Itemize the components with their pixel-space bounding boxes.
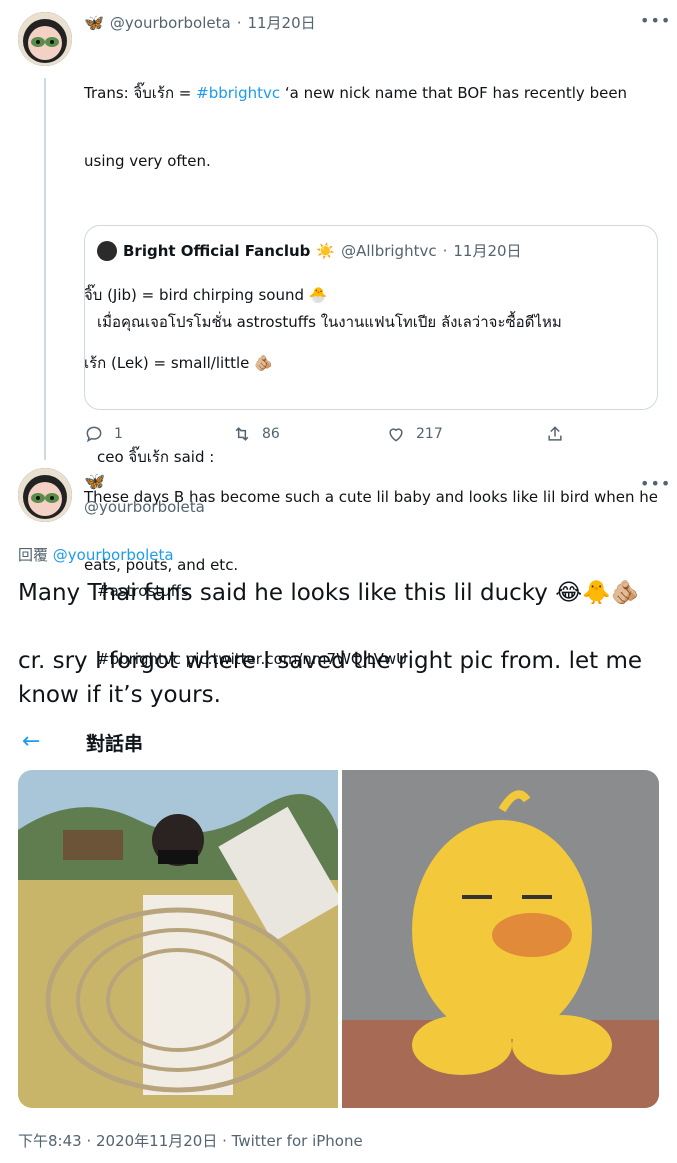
hashtag-link[interactable]: #bbrightvc (196, 84, 280, 102)
handle[interactable]: @yourborboleta (84, 498, 205, 516)
replying-to: 回覆 @yourborboleta (18, 544, 174, 565)
quoted-timestamp: 11月20日 (453, 242, 522, 260)
heart-icon (389, 428, 403, 442)
tweet-line-1: Trans: จิ๊บเร้ก = #bbrightvc ‘a new nick… (84, 82, 664, 105)
quoted-tweet-header: Bright Official Fanclub ☀️ @Allbrightvc … (97, 240, 522, 261)
tweet-header: 🦋 @yourborboleta · 11月20日 (84, 12, 316, 33)
share-action[interactable] (545, 424, 565, 444)
handle[interactable]: @yourborboleta (110, 14, 231, 32)
quoted-display-name: Bright Official Fanclub (123, 241, 311, 260)
conversation-title: 對話串 (86, 733, 144, 755)
retweet-icon (235, 427, 249, 441)
back-arrow-icon[interactable]: ← (22, 729, 40, 754)
share-icon (548, 426, 562, 441)
text-segment: Trans: จิ๊บเร้ก = (84, 84, 197, 102)
more-options-icon[interactable]: ••• (640, 11, 671, 30)
photo-left[interactable] (18, 770, 338, 1108)
quoted-line-1: เมื่อคุณเจอโปรโมชั่น astrostuffs ในงานแฟ… (97, 313, 562, 331)
quoted-tweet-card[interactable]: Bright Official Fanclub ☀️ @Allbrightvc … (84, 225, 658, 668)
tweet-footer: 下午8:43 · 2020年11月20日 · Twitter for iPhon… (18, 1132, 363, 1150)
sun-badge-icon: ☀️ (316, 241, 336, 260)
separator-dot: · (442, 241, 448, 260)
text-segment: ‘a new nick name that BOF has recently b… (280, 84, 628, 102)
thread-line (44, 78, 46, 460)
timestamp[interactable]: 11月20日 (247, 12, 315, 33)
reply-action[interactable]: 1 (84, 424, 123, 444)
butterfly-icon: 🦋 (84, 13, 104, 32)
main-tweet-line-3: know if it’s yours. (18, 682, 221, 708)
reply-label: 回覆 (18, 546, 49, 564)
tweet-line-2: using very often. (84, 151, 211, 170)
reply-icon (86, 426, 102, 443)
retweet-count: 86 (262, 426, 280, 442)
main-tweet-text: Many Thai fans said he looks like this l… (18, 576, 668, 712)
quoted-avatar (97, 240, 117, 261)
like-count: 217 (416, 426, 443, 442)
reply-count: 1 (114, 426, 123, 442)
avatar[interactable] (18, 468, 72, 522)
like-action[interactable]: 217 (386, 424, 443, 444)
reply-handle-link[interactable]: @yourborboleta (53, 546, 174, 564)
avatar[interactable] (18, 12, 72, 66)
photo-right[interactable] (342, 770, 659, 1108)
more-options-icon[interactable]: ••• (640, 474, 671, 493)
retweet-action[interactable]: 86 (232, 424, 280, 444)
butterfly-icon: 🦋 (84, 472, 106, 492)
main-tweet-line-2: cr. sry I forgot where I saved the right… (18, 648, 643, 674)
quoted-handle: @Allbrightvc (341, 241, 437, 260)
main-tweet-line-1: Many Thai fans said he looks like this l… (18, 580, 640, 606)
quoted-line-2: ceo จิ๊บเร้ก said : (97, 447, 215, 466)
separator-dot: · (236, 13, 242, 32)
